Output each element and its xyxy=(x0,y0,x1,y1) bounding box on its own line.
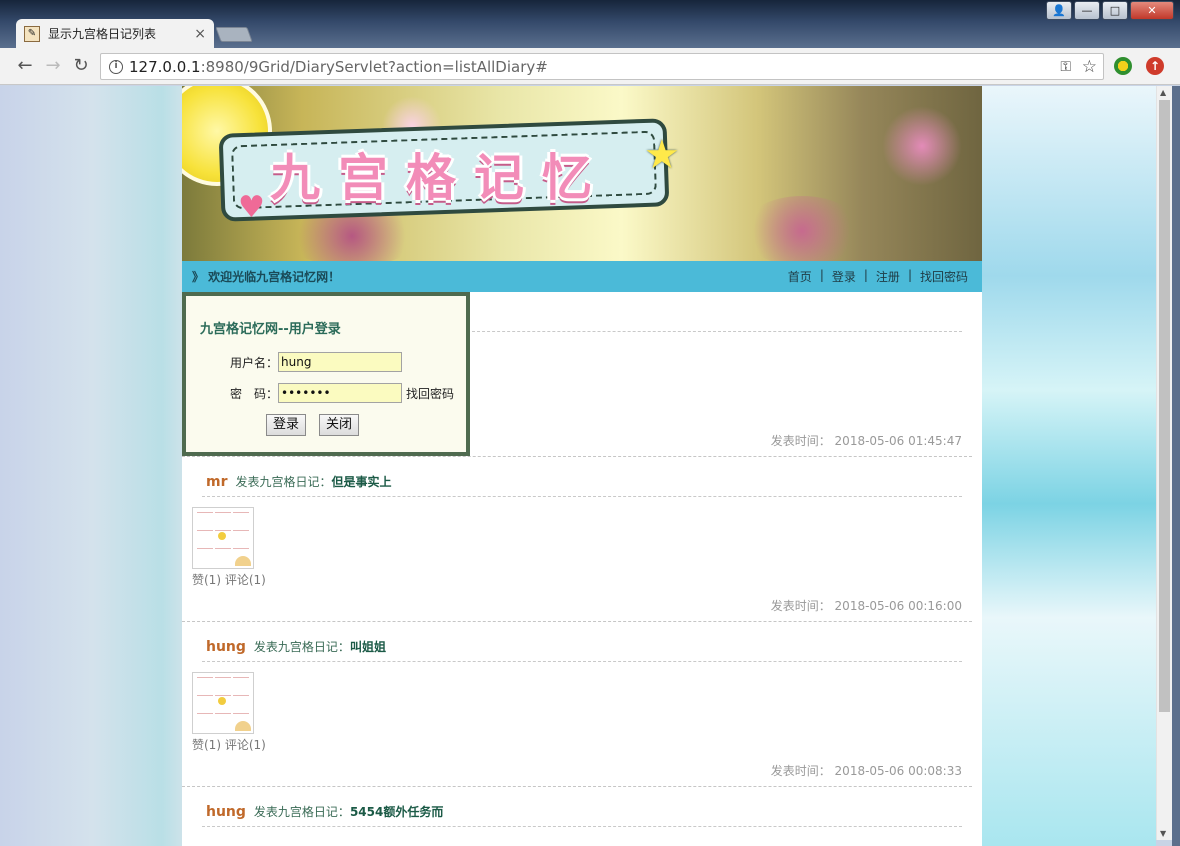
back-icon[interactable]: ← xyxy=(14,55,36,77)
forward-icon[interactable]: → xyxy=(42,55,64,77)
entry-title-divider xyxy=(202,826,962,827)
address-bar[interactable]: i 127.0.0.1:8980/9Grid/DiaryServlet?acti… xyxy=(100,53,1104,80)
heart-icon: ♥ xyxy=(238,190,265,225)
entry-user[interactable]: hung xyxy=(206,804,246,820)
tab-title: 显示九宫格日记列表 xyxy=(48,27,157,41)
username-row: 用户名： xyxy=(230,352,403,372)
browser-toolbar: ← → ↻ i 127.0.0.1:8980/9Grid/DiaryServle… xyxy=(0,48,1180,85)
extension-icon[interactable] xyxy=(1114,57,1132,75)
favicon-icon: ✎ xyxy=(24,25,40,42)
nav-separator: | xyxy=(819,268,824,282)
password-label: 密 码： xyxy=(230,386,279,401)
site-banner: 九宫格记忆 ♥ ★ xyxy=(182,86,982,261)
scroll-up-icon[interactable]: ▲ xyxy=(1160,88,1166,97)
likes-comments[interactable]: 赞(1) 评论(1) xyxy=(192,571,266,588)
entry-title[interactable]: 5454额外任务而 xyxy=(350,803,443,820)
bookmark-star-icon[interactable]: ☆ xyxy=(1082,57,1097,77)
entry-header: hung 发表九宫格日记： 叫姐姐 xyxy=(206,638,386,655)
scroll-down-icon[interactable]: ▼ xyxy=(1160,829,1166,838)
banner-title: 九宫格记忆 xyxy=(270,148,610,207)
nav-separator: | xyxy=(907,268,912,282)
url-host: 127.0.0.1 xyxy=(129,57,201,76)
update-icon[interactable]: ↑ xyxy=(1146,57,1164,75)
entry-divider xyxy=(182,456,972,457)
entry-label: 发表九宫格日记： xyxy=(253,640,350,654)
entry-title[interactable]: 但是事实上 xyxy=(332,473,392,490)
nav-forgot-password[interactable]: 找回密码 xyxy=(916,268,972,285)
new-tab-button[interactable] xyxy=(215,27,253,42)
top-navbar: 》 欢迎光临九宫格记忆网！ 首页 | 登录 | 注册 | 找回密码 xyxy=(182,261,982,292)
divider xyxy=(472,331,962,332)
browser-tab[interactable]: ✎ 显示九宫格日记列表 × xyxy=(16,19,214,48)
background-decoration xyxy=(982,86,1156,846)
login-title: 九宫格记忆网--用户登录 xyxy=(200,322,341,337)
vertical-scrollbar[interactable]: ▲ ▼ xyxy=(1156,86,1172,840)
forgot-password-link[interactable]: 找回密码 xyxy=(406,385,454,402)
info-icon[interactable]: i xyxy=(109,59,123,74)
diary-thumbnail[interactable] xyxy=(192,672,254,734)
username-input[interactable] xyxy=(278,352,403,372)
page-viewport: 九宫格记忆 ♥ ★ 》 欢迎光临九宫格记忆网！ 首页 | 登录 | 注册 | 找… xyxy=(0,86,1156,846)
post-time: 发表时间： 2018-05-06 01:45:47 xyxy=(770,434,962,448)
nav-login[interactable]: 登录 xyxy=(828,268,860,285)
key-icon[interactable]: ⚿ xyxy=(1060,59,1071,75)
window-frame xyxy=(1172,86,1180,846)
entry-divider xyxy=(182,786,972,787)
browser-titlebar: 👤 — □ ✕ ✎ 显示九宫格日记列表 × xyxy=(0,0,1180,48)
nav-home[interactable]: 首页 xyxy=(784,268,816,285)
entry-user[interactable]: hung xyxy=(206,639,246,655)
entry-title-divider xyxy=(202,661,962,662)
entry-title[interactable]: 叫姐姐 xyxy=(350,638,386,655)
scrollbar-thumb[interactable] xyxy=(1159,100,1170,712)
entry-title-divider xyxy=(202,496,962,497)
post-time: 发表时间： 2018-05-06 00:08:33 xyxy=(770,764,962,778)
login-dialog: 九宫格记忆网--用户登录 用户名： 密 码： 找回密码 登录 关闭 xyxy=(182,292,470,456)
page-content: 九宫格记忆 ♥ ★ 》 欢迎光临九宫格记忆网！ 首页 | 登录 | 注册 | 找… xyxy=(182,86,982,846)
diary-thumbnail[interactable] xyxy=(192,507,254,569)
entry-header: hung 发表九宫格日记： 5454额外任务而 xyxy=(206,803,443,820)
login-button[interactable]: 登录 xyxy=(266,414,307,436)
star-icon: ★ xyxy=(644,132,680,178)
welcome-text: 》 欢迎光临九宫格记忆网！ xyxy=(192,270,341,284)
user-icon[interactable]: 👤 xyxy=(1046,1,1072,20)
close-window-button[interactable]: ✕ xyxy=(1130,1,1174,20)
likes-comments[interactable]: 赞(1) 评论(1) xyxy=(192,736,266,753)
password-row: 密 码： 找回密码 xyxy=(230,383,454,403)
password-input[interactable] xyxy=(278,383,403,403)
window-controls: 👤 — □ ✕ xyxy=(1046,1,1174,20)
entry-label: 发表九宫格日记： xyxy=(253,805,350,819)
url-path: :8980/9Grid/DiaryServlet?action=listAllD… xyxy=(200,57,548,76)
nav-separator: | xyxy=(863,268,868,282)
close-button[interactable]: 关闭 xyxy=(319,414,360,436)
nav-links: 首页 | 登录 | 注册 | 找回密码 xyxy=(784,268,972,285)
maximize-button[interactable]: □ xyxy=(1102,1,1128,20)
entry-divider xyxy=(182,621,972,622)
minimize-button[interactable]: — xyxy=(1074,1,1100,20)
username-label: 用户名： xyxy=(230,355,279,370)
entry-user[interactable]: mr xyxy=(206,474,228,490)
tab-close-icon[interactable]: × xyxy=(194,26,206,42)
post-time: 发表时间： 2018-05-06 00:16:00 xyxy=(770,599,962,613)
entry-header: mr 发表九宫格日记： 但是事实上 xyxy=(206,473,392,490)
nav-register[interactable]: 注册 xyxy=(872,268,904,285)
reload-icon[interactable]: ↻ xyxy=(70,55,92,77)
entry-label: 发表九宫格日记： xyxy=(235,475,332,489)
